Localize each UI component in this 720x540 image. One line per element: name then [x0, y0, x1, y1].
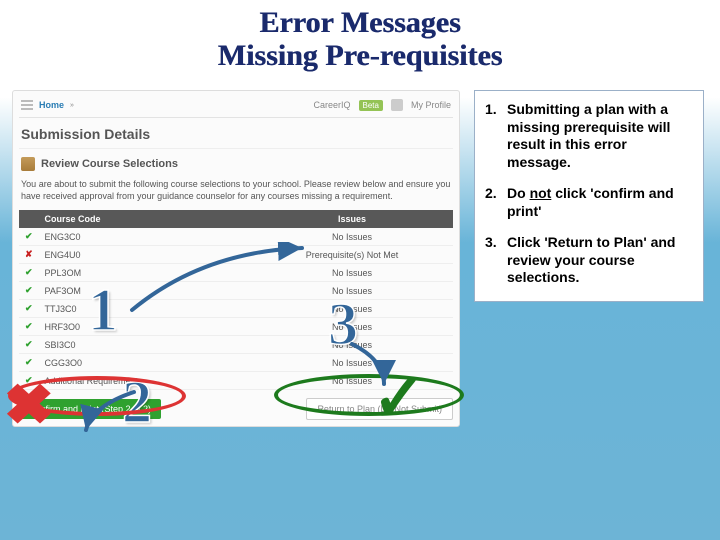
breadcrumb-arrow-icon: »	[70, 102, 74, 109]
callout-1: 1	[88, 276, 118, 345]
app-topbar: Home » CareerIQ Beta My Profile	[19, 95, 453, 118]
hamburger-icon[interactable]	[21, 100, 33, 110]
red-x-icon: ✖	[3, 372, 69, 420]
check-icon: ✔	[19, 228, 39, 246]
check-icon: ✔	[19, 300, 39, 318]
note-3-num: 3.	[485, 234, 507, 287]
note-2-num: 2.	[485, 185, 507, 220]
note-2-text: Do not click 'confirm and print'	[507, 185, 691, 220]
col-issues: Issues	[251, 210, 453, 228]
title-line-2: Missing Pre-requisites	[0, 39, 720, 72]
book-icon	[21, 157, 35, 171]
note-3: 3. Click 'Return to Plan' and review you…	[485, 234, 691, 287]
review-heading: Review Course Selections	[41, 158, 178, 170]
note-2: 2. Do not click 'confirm and print'	[485, 185, 691, 220]
x-icon: ✘	[19, 246, 39, 264]
submission-details-heading: Submission Details	[19, 118, 453, 149]
avatar-icon[interactable]	[391, 99, 403, 111]
intro-text: You are about to submit the following co…	[19, 173, 453, 210]
slide-title: Error Messages Missing Pre-requisites	[0, 0, 720, 72]
col-course-code: Course Code	[39, 210, 252, 228]
arrow-3	[334, 340, 424, 396]
check-icon: ✔	[19, 282, 39, 300]
screenshot-panel: Home » CareerIQ Beta My Profile Submissi…	[12, 90, 460, 427]
title-line-1: Error Messages	[0, 6, 720, 39]
note-1: 1. Submitting a plan with a missing prer…	[485, 101, 691, 171]
check-icon: ✔	[19, 336, 39, 354]
notes-box: 1. Submitting a plan with a missing prer…	[474, 90, 704, 302]
beta-badge: Beta	[359, 100, 383, 111]
arrow-2	[72, 386, 162, 442]
note-1-num: 1.	[485, 101, 507, 171]
check-icon: ✔	[19, 354, 39, 372]
check-icon: ✔	[19, 264, 39, 282]
my-profile-link[interactable]: My Profile	[411, 100, 451, 110]
course-code-cell: SBI3C0	[39, 336, 252, 354]
check-icon: ✔	[19, 318, 39, 336]
home-link[interactable]: Home	[39, 100, 64, 110]
note-3-text: Click 'Return to Plan' and review your c…	[507, 234, 691, 287]
note-1-text: Submitting a plan with a missing prerequ…	[507, 101, 691, 171]
careeriq-label: CareerIQ	[314, 100, 351, 110]
arrow-1	[122, 242, 322, 322]
